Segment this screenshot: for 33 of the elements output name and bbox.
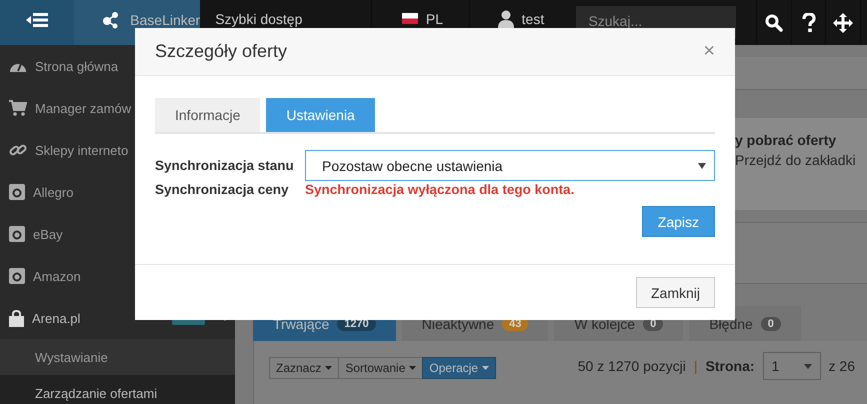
warning-text: Synchronizacja wyłączona dla tego konta. [305,182,574,197]
page-total: z 26 [828,358,855,374]
items-summary: 50 z 1270 pozycji [578,358,686,374]
field-label: Synchronizacja stanu [155,158,295,173]
brand-name: BaseLinker [130,12,200,28]
sidebar-item[interactable]: Amazon [0,255,235,297]
dropdown-button[interactable]: Operacje [422,357,496,379]
close-dialog-button[interactable]: Zamknij [636,277,715,308]
sidebar-subitem[interactable]: Zarządzanie ofertami [0,375,235,404]
dropdown-button[interactable]: Zaznacz [269,357,340,379]
field-label: Synchronizacja ceny [155,182,290,197]
count-badge: 0 [760,316,781,330]
dialog-tab[interactable]: Informacje [155,98,260,132]
sidebar-item-label: Allegro [33,184,74,200]
alert-text: Przejdź do zakładki [735,152,857,168]
page-label: Strona: [706,358,755,374]
sidebar-item-label: Strona główna [35,58,118,74]
sidebar-item-label: Arena.pl [32,310,80,326]
page-select[interactable]: 1 [762,352,821,380]
alert-title: y pobrać oferty [735,132,838,148]
dialog-tab[interactable]: Ustawienia [266,98,375,132]
sidebar-item-label: Manager zamów [35,100,132,116]
save-button[interactable]: Zapisz [642,206,715,237]
sidebar-item-label: eBay [33,226,63,242]
sidebar-subitem[interactable]: Wystawianie [0,339,235,375]
separator-text: | [694,358,698,374]
sync-select[interactable]: Pozostaw obecne ustawienia [305,150,715,181]
dropdown-button[interactable]: Sortowanie [338,357,424,379]
sidebar-item[interactable]: eBay [0,213,235,255]
sidebar-item-label: Sklepy interneto [35,142,128,158]
dialog-title: Szczegóły oferty [155,41,288,62]
close-button[interactable]: × [703,40,715,63]
sidebar-item-label: Amazon [33,268,81,284]
